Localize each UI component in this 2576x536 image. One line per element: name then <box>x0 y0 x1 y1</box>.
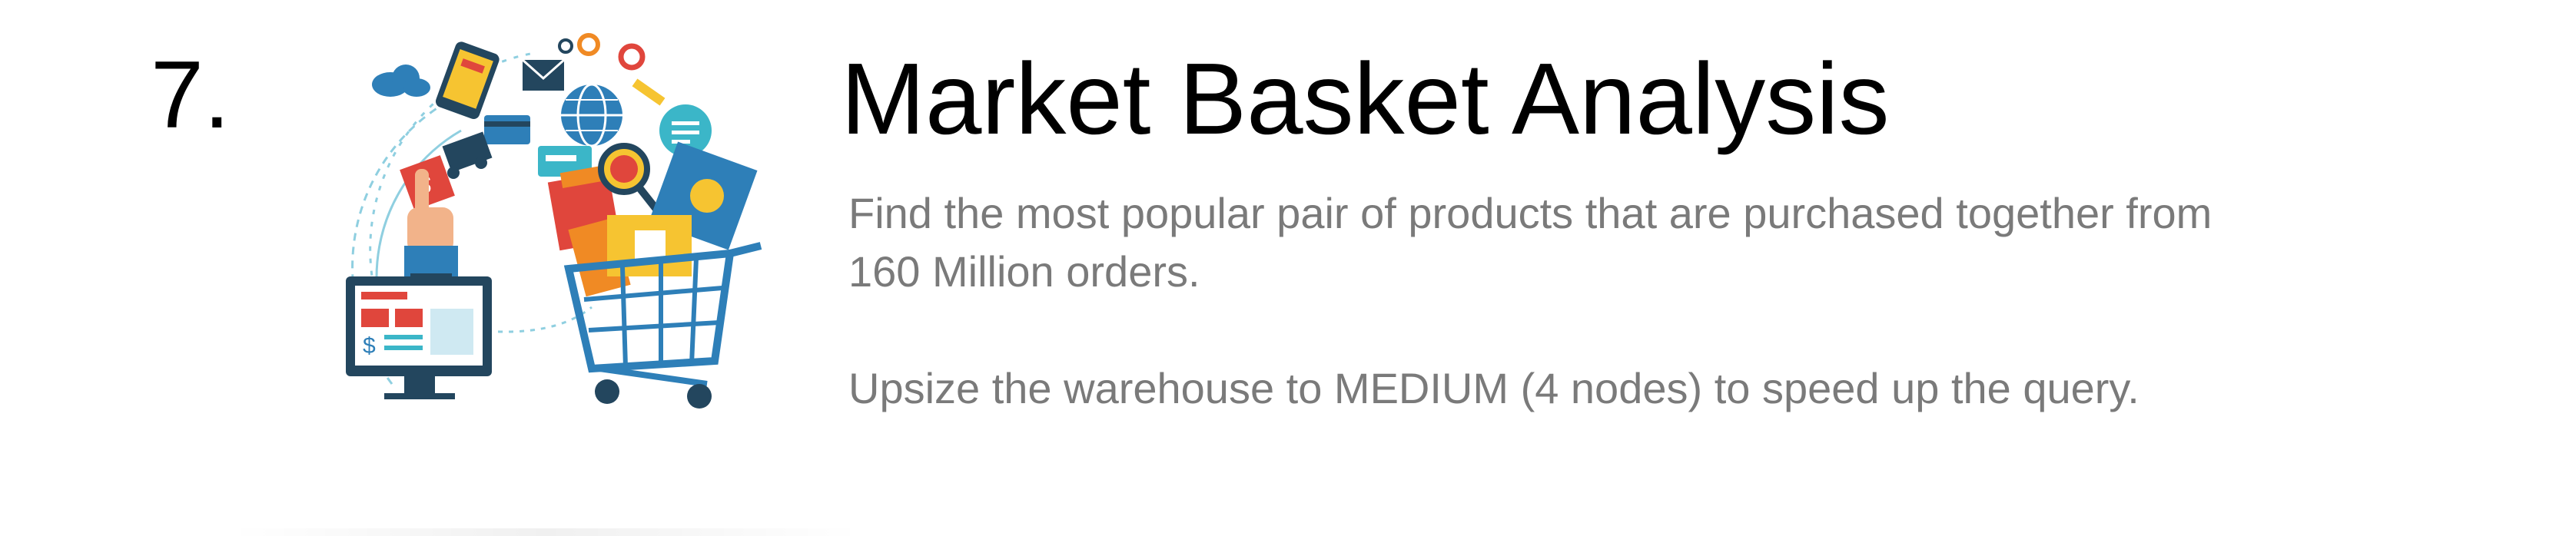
mail-icon <box>522 58 565 91</box>
cloud-icon <box>372 65 430 97</box>
shopping-cart-icon <box>563 215 762 409</box>
step-number: 7. <box>151 42 231 148</box>
credit-card-icon <box>484 115 530 144</box>
description-line-1: Find the most popular pair of products t… <box>848 189 2213 237</box>
phone-icon <box>435 41 500 119</box>
pencil-icon <box>632 78 666 106</box>
bottom-shadow <box>231 528 861 536</box>
monitor-icon: $ <box>346 276 492 399</box>
slide-title: Market Basket Analysis <box>841 42 1890 155</box>
description-line-3: Upsize the warehouse to MEDIUM (4 nodes)… <box>848 364 2139 412</box>
gear-icon <box>558 33 646 71</box>
description-line-2: 160 Million orders. <box>848 247 1200 296</box>
slide-description: Find the most popular pair of products t… <box>848 184 2385 418</box>
globe-icon <box>561 83 622 147</box>
ecommerce-illustration: $ $ <box>346 33 762 409</box>
svg-text:$: $ <box>363 333 376 359</box>
